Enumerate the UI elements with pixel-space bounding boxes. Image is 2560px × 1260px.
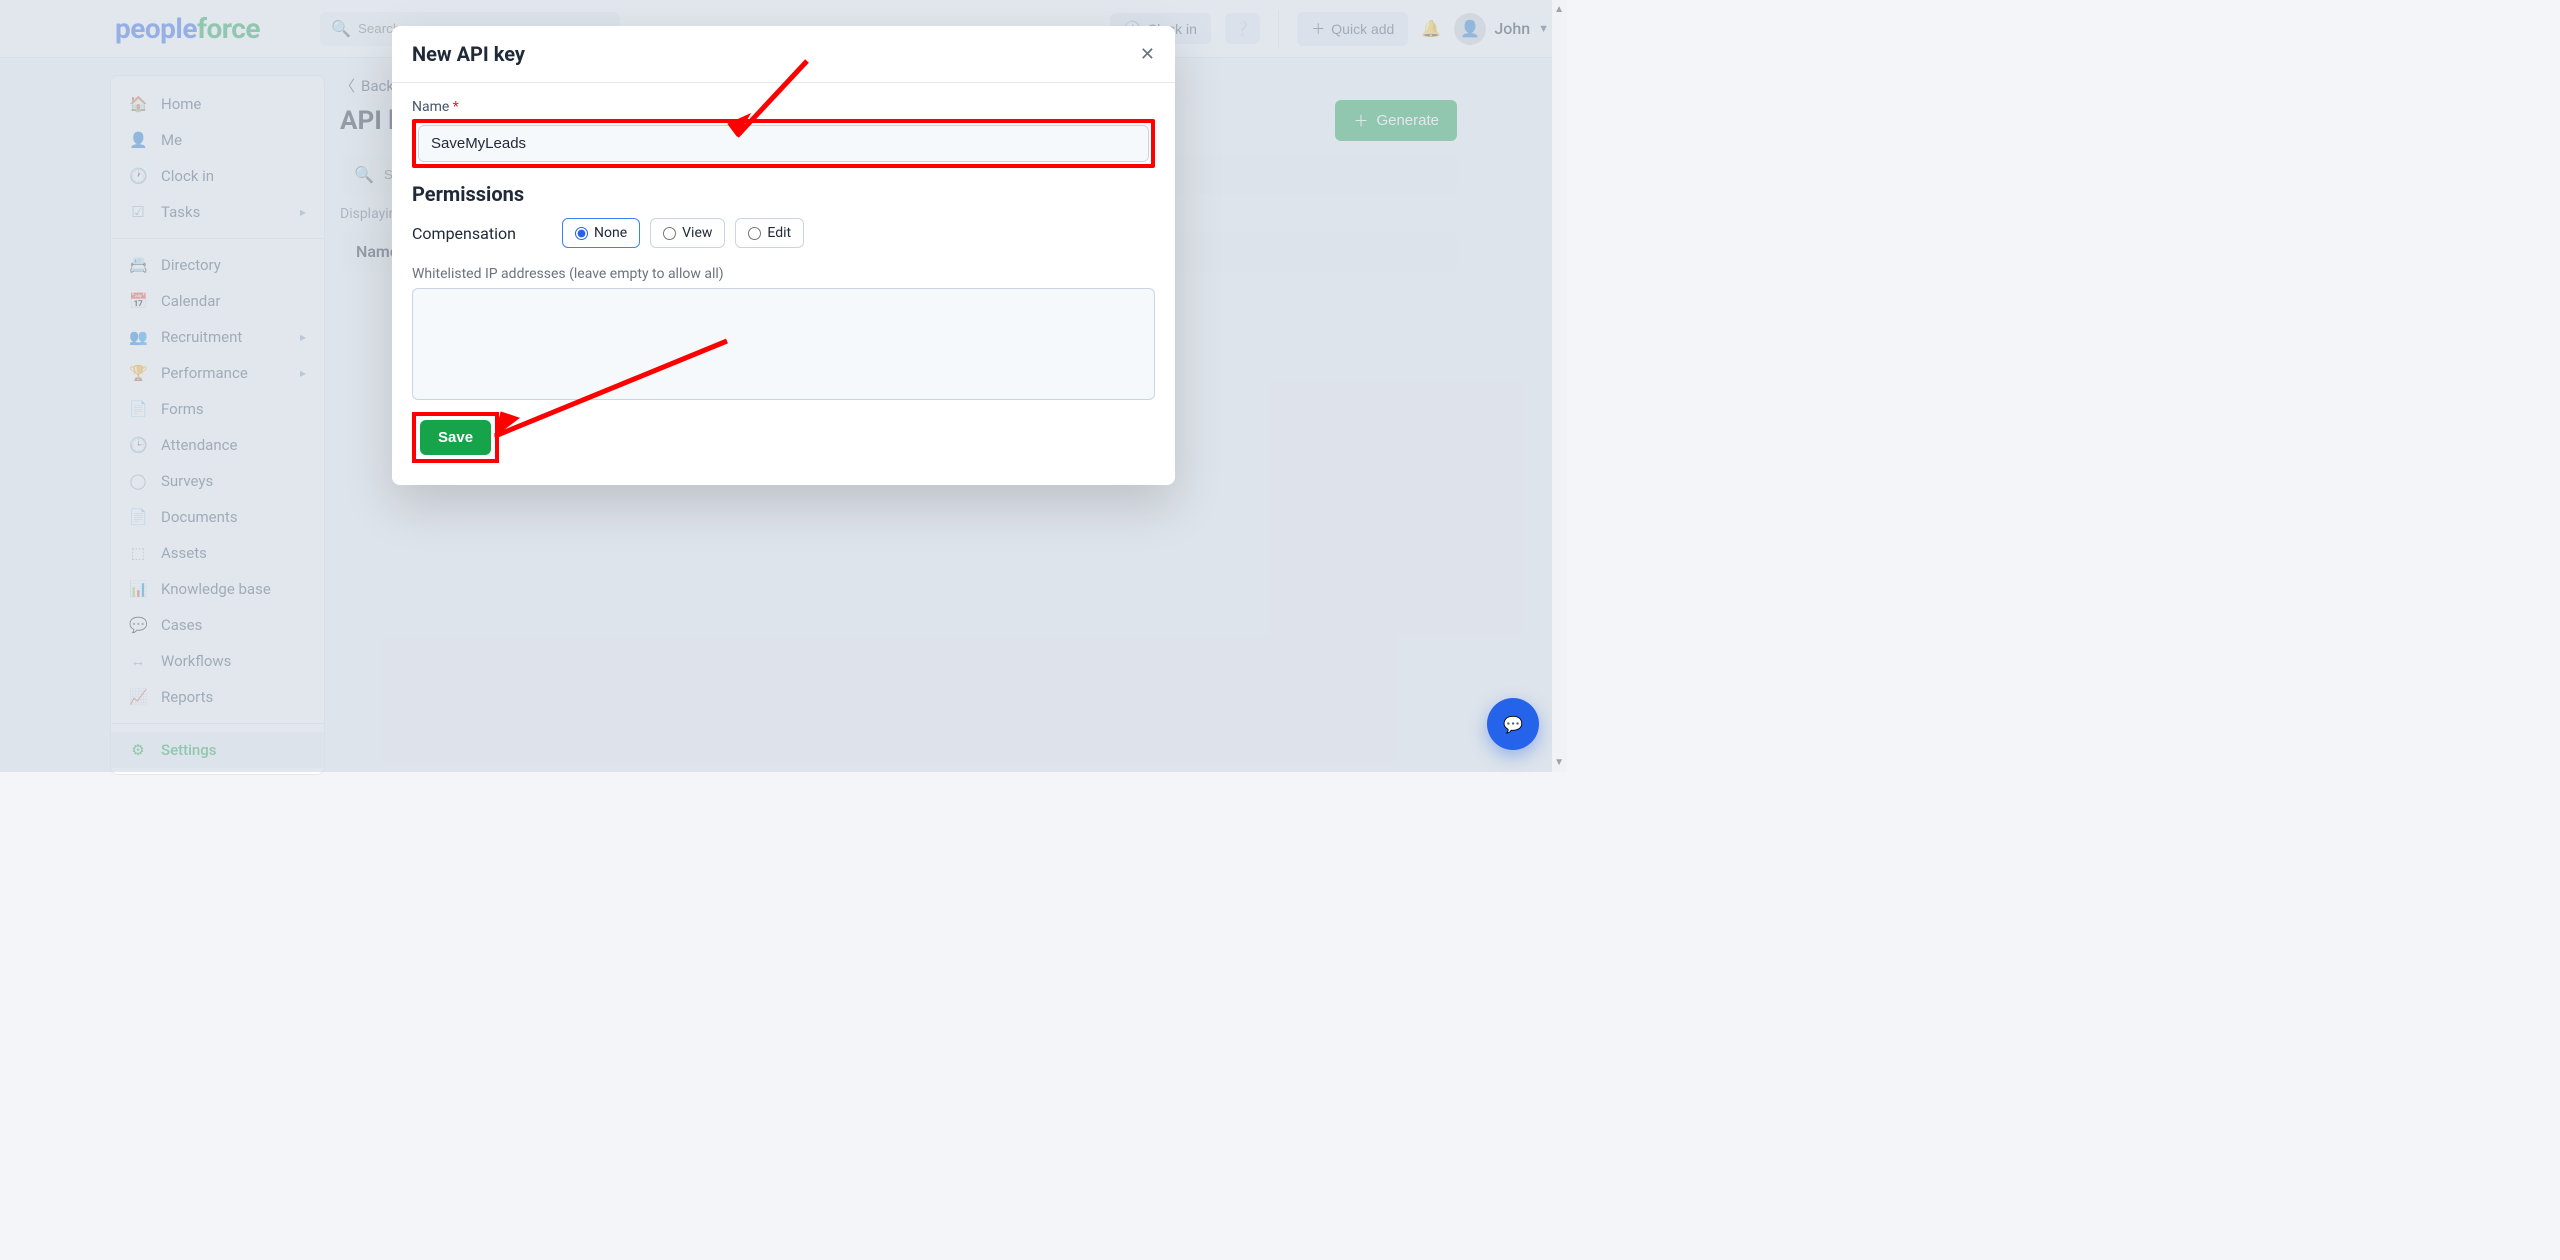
modal-title: New API key (412, 42, 525, 66)
name-label-text: Name (412, 99, 449, 115)
perm-view-label: View (682, 225, 712, 241)
perm-edit-option[interactable]: Edit (735, 218, 804, 248)
perm-edit-label: Edit (767, 225, 791, 241)
compensation-permission-row: Compensation None View Edit (412, 218, 1155, 248)
perm-view-option[interactable]: View (650, 218, 725, 248)
perm-none-label: None (594, 225, 627, 241)
chat-icon: 💬 (1503, 715, 1523, 734)
whitelist-textarea[interactable] (412, 288, 1155, 400)
name-highlight (412, 119, 1155, 168)
name-field-label: Name * (412, 99, 1155, 115)
close-icon[interactable]: ✕ (1140, 44, 1155, 65)
perm-none-option[interactable]: None (562, 218, 640, 248)
save-button[interactable]: Save (420, 420, 491, 455)
scrollbar[interactable]: ▲ ▼ (1552, 0, 1567, 772)
perm-edit-radio[interactable] (748, 227, 761, 240)
perm-none-radio[interactable] (575, 227, 588, 240)
whitelist-label: Whitelisted IP addresses (leave empty to… (412, 266, 1155, 282)
compensation-label: Compensation (412, 224, 532, 243)
required-asterisk: * (453, 99, 459, 115)
api-key-name-input[interactable] (418, 125, 1149, 162)
save-highlight: Save (412, 412, 499, 463)
intercom-chat-button[interactable]: 💬 (1487, 698, 1539, 750)
new-api-key-modal: New API key ✕ Name * Permissions Compens… (392, 26, 1175, 485)
scroll-down-icon[interactable]: ▼ (1554, 757, 1564, 768)
perm-view-radio[interactable] (663, 227, 676, 240)
scroll-up-icon[interactable]: ▲ (1554, 4, 1564, 15)
permissions-heading: Permissions (412, 182, 1155, 206)
